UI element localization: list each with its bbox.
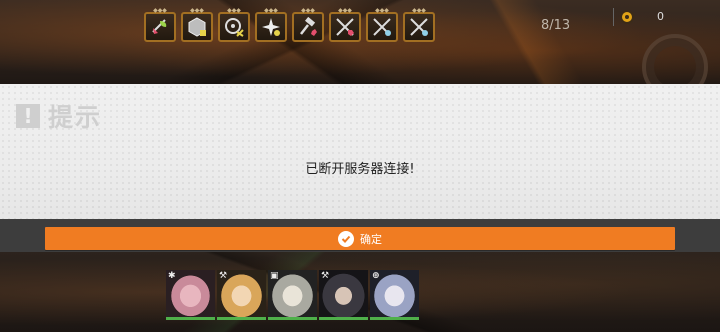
skill-slot-6[interactable]: ◆◆◆ (329, 7, 361, 42)
dialog-message: 已断开服务器连接! (305, 162, 415, 177)
dialog-title: 提示 (48, 103, 103, 132)
skill-slot-3[interactable]: ◆◆◆ (218, 7, 250, 42)
role-icon: ⚒ (321, 271, 330, 281)
role-icon: ⊕ (372, 271, 380, 281)
skill-bar: ◆◆◆ ◆◆◆ ◆◆◆ ◆◆◆ ◆◆◆ ◆◆◆ ◆◆◆ ◆◆◆ (144, 6, 435, 46)
stage-counter: 8/13 (541, 18, 571, 33)
rank-pips: ◆◆◆ (338, 7, 352, 14)
skill-slot-8[interactable]: ◆◆◆ (403, 7, 435, 42)
coin-icon (620, 10, 634, 24)
role-icon: ✱ (168, 271, 176, 281)
team-member-2[interactable]: ⚒ (217, 270, 266, 320)
rank-pips: ◆◆◆ (153, 7, 167, 14)
rank-pips: ◆◆◆ (375, 7, 389, 14)
star-icon (262, 18, 280, 36)
crossed-swords-icon (410, 18, 428, 36)
confirm-button[interactable]: 确定 (45, 227, 675, 250)
team-member-4[interactable]: ⚒ (319, 270, 368, 320)
dialog-header: ! 提示 (16, 98, 102, 134)
skill-slot-2[interactable]: ◆◆◆ (181, 7, 213, 42)
team-member-5[interactable]: ⊕ (370, 270, 419, 320)
confirm-label: 确定 (360, 233, 382, 246)
crossed-swords-icon (336, 18, 354, 36)
rank-pips: ◆◆◆ (264, 7, 278, 14)
currency-divider (613, 8, 614, 26)
notice-dialog: ! 提示 已断开服务器连接! (0, 84, 720, 219)
rank-pips: ◆◆◆ (301, 7, 315, 14)
team-member-3[interactable]: ▣ (268, 270, 317, 320)
role-icon: ▣ (270, 271, 279, 281)
crossed-swords-icon (373, 18, 391, 36)
hammer-icon (300, 16, 317, 36)
target-icon (225, 18, 244, 37)
skill-slot-1[interactable]: ◆◆◆ (144, 7, 176, 42)
role-icon: ⚒ (219, 271, 228, 281)
skill-slot-5[interactable]: ◆◆◆ (292, 7, 324, 42)
rank-pips: ◆◆◆ (412, 7, 426, 14)
team-member-1[interactable]: ✱ (166, 270, 215, 320)
checkmark-icon (338, 230, 354, 247)
leaf-icon (152, 19, 167, 34)
exclamation-icon: ! (16, 104, 40, 128)
skill-slot-4[interactable]: ◆◆◆ (255, 7, 287, 42)
hexagon-icon (188, 17, 206, 37)
currency-value: 0 (657, 10, 664, 23)
team-portraits: ✱ ⚒ ▣ ⚒ ⊕ (166, 270, 419, 320)
skill-slot-7[interactable]: ◆◆◆ (366, 7, 398, 42)
rank-pips: ◆◆◆ (190, 7, 204, 14)
rank-pips: ◆◆◆ (227, 7, 241, 14)
